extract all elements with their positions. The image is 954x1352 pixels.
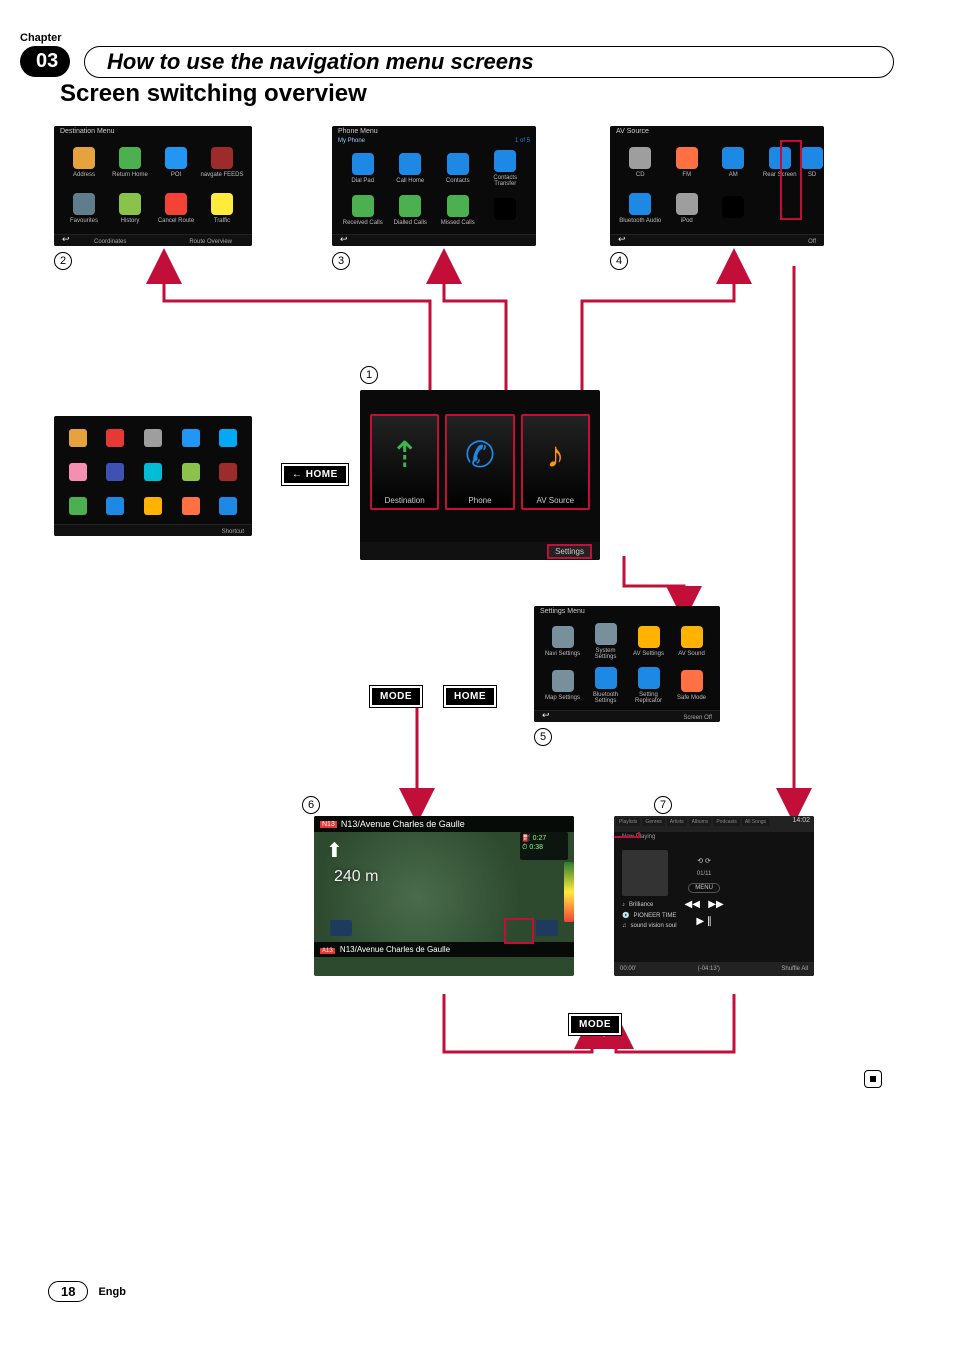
callout-2: 2 [54, 252, 72, 270]
home-tile-av[interactable]: ♪ AV Source [521, 414, 590, 510]
screenshot-media: 14:02 PlaylistsGenresArtistsAlbumsPodcas… [614, 816, 814, 976]
av-highlight [780, 140, 802, 220]
home-tile-destination[interactable]: ⇡ Destination [370, 414, 439, 510]
elapsed: 00:00' [620, 966, 636, 972]
shot-title: Settings Menu [540, 608, 585, 615]
map-bottom-badge: A13 [320, 948, 335, 954]
shot-title: AV Source [616, 128, 649, 135]
album-art [622, 850, 668, 896]
home-tile-phone[interactable]: ✆ Phone [445, 414, 514, 510]
screen-off: Screen Off [683, 715, 712, 721]
end-of-section-icon [864, 1070, 882, 1088]
screenshot-phone-menu: Phone Menu My Phone 1 of 5 Dial PadCall … [332, 126, 536, 246]
home-button-pill-2[interactable]: HOME [444, 686, 496, 707]
av-off: Off [808, 239, 816, 245]
callout-7: 7 [654, 796, 672, 814]
home-settings-button[interactable]: Settings [547, 544, 592, 559]
language-code: Engb [98, 1286, 126, 1298]
media-song: sound vision soul [631, 923, 677, 929]
screenshot-home: ⇡ Destination ✆ Phone ♪ AV Source Settin… [360, 390, 600, 560]
media-clock: 14:02 [792, 817, 810, 824]
screen-switching-diagram: Destination Menu AddressReturn HomePOIna… [54, 126, 894, 1086]
media-now-playing: Now Playing [614, 832, 814, 842]
screenshot-shortcut: Shortcut [54, 416, 252, 536]
home-button-pill[interactable]: ← HOME [282, 464, 348, 485]
map-bottom-text: N13/Avenue Charles de Gaulle [340, 945, 450, 954]
phone-sub-right: 1 of 5 [515, 138, 530, 144]
chapter-word: Chapter [20, 32, 62, 44]
callout-4: 4 [610, 252, 628, 270]
track-pos: 01/11 [697, 871, 712, 877]
back-icon: ↩ [62, 234, 70, 245]
mode-button-pill-2[interactable]: MODE [569, 1014, 621, 1035]
shot-title: Phone Menu [338, 128, 378, 135]
media-play[interactable]: ▶ ∥ [696, 916, 711, 927]
chapter-title: How to use the navigation menu screens [84, 46, 894, 78]
screenshot-map: N13 N13/Avenue Charles de Gaulle ⬆ 240 m… [314, 816, 574, 976]
shortcut-label: Shortcut [222, 529, 244, 535]
mode-button-pill[interactable]: MODE [370, 686, 422, 707]
section-title: Screen switching overview [60, 80, 894, 108]
media-artist: Brilliance [629, 902, 653, 908]
phone-sub-left: My Phone [338, 138, 365, 144]
page-number: 18 [48, 1281, 88, 1302]
media-menu-button[interactable]: MENU [688, 883, 720, 893]
callout-6: 6 [302, 796, 320, 814]
back-icon: ↩ [542, 710, 550, 721]
back-icon: ↩ [618, 234, 626, 245]
strip-left: Coordinates [94, 239, 126, 245]
map-top-text: N13/Avenue Charles de Gaulle [341, 819, 465, 829]
screenshot-destination-menu: Destination Menu AddressReturn HomePOIna… [54, 126, 252, 246]
shuffle-label: Shuffle All [781, 966, 808, 972]
screenshot-av-source: AV Source CDFMAMRear ScreenSDBluetooth A… [610, 126, 824, 246]
back-icon: ↩ [340, 234, 348, 245]
callout-1: 1 [360, 366, 378, 384]
chapter-number-tab: 03 [20, 46, 70, 77]
media-album: PIONEER TIME [633, 913, 676, 919]
callout-3: 3 [332, 252, 350, 270]
remaining: (-04:13') [698, 966, 720, 972]
media-transport[interactable]: ◀◀ ▶▶ [685, 899, 724, 910]
map-top-badge: N13 [320, 821, 337, 828]
shot-title: Destination Menu [60, 128, 114, 135]
strip-right: Route Overview [189, 239, 232, 245]
screenshot-settings-menu: Settings Menu Navi SettingsSystem Settin… [534, 606, 720, 722]
map-highlight [504, 918, 534, 944]
callout-5: 5 [534, 728, 552, 746]
